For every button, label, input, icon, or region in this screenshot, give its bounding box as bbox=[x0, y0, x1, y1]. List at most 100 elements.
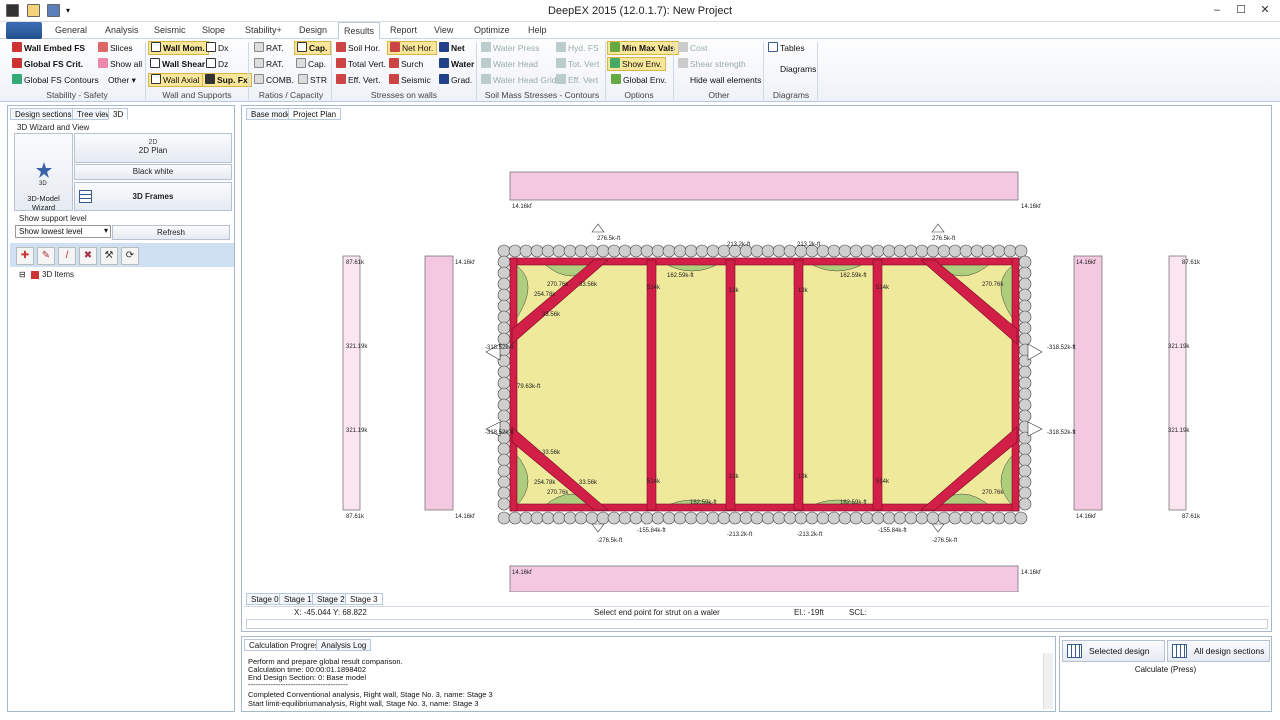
dx-button[interactable]: Dx bbox=[204, 42, 231, 56]
slices-button[interactable]: Slices bbox=[96, 42, 136, 56]
min-max-values-button[interactable]: Min Max Vals bbox=[607, 41, 679, 55]
plan-canvas[interactable]: 14.16kf 14.16kf 14.16kf 14.16kf 14.16kf … bbox=[242, 122, 1271, 592]
structural-button[interactable]: STR bbox=[296, 74, 330, 88]
tab-design-sections[interactable]: Design sections bbox=[10, 108, 77, 120]
maximize-button[interactable]: ☐ bbox=[1230, 3, 1252, 17]
tab-seismic[interactable]: Seismic bbox=[154, 25, 186, 35]
tab-help[interactable]: Help bbox=[528, 25, 547, 35]
cost-button[interactable]: Cost bbox=[676, 42, 710, 56]
total-vert-contour-button[interactable]: Tot. Vert bbox=[554, 58, 602, 72]
rotate-icon[interactable]: ⟳ bbox=[121, 247, 139, 265]
dz-button[interactable]: Dz bbox=[204, 58, 231, 72]
ratio-button-2[interactable]: RAT. bbox=[252, 58, 287, 72]
tab-analysis-log[interactable]: Analysis Log bbox=[316, 639, 372, 651]
far-left-strip bbox=[342, 255, 361, 511]
shear-strength-icon bbox=[678, 58, 688, 68]
wall-embed-fs-button[interactable]: Wall Embed FS bbox=[10, 42, 88, 56]
close-button[interactable]: ✕ bbox=[1254, 3, 1276, 17]
pile bbox=[739, 511, 753, 525]
delete-element-icon[interactable]: ✖ bbox=[79, 247, 97, 265]
tools-icon[interactable]: ⚒ bbox=[100, 247, 118, 265]
wall-moment-button[interactable]: Wall Mom. bbox=[148, 41, 209, 55]
refresh-button[interactable]: Refresh bbox=[112, 225, 230, 240]
surcharge-button[interactable]: Surch bbox=[387, 58, 426, 72]
combined-ratio-button[interactable]: COMB. bbox=[252, 74, 297, 88]
pile bbox=[761, 244, 775, 258]
tab-stage-1[interactable]: Stage 1 bbox=[279, 593, 317, 605]
hydraulic-fs-button[interactable]: Hyd. FS bbox=[554, 42, 602, 56]
tab-3d[interactable]: 3D bbox=[108, 108, 129, 120]
3d-frames-button[interactable]: 3D Frames bbox=[74, 182, 232, 211]
pile bbox=[596, 511, 610, 525]
tab-design[interactable]: Design bbox=[299, 25, 327, 35]
pile bbox=[1018, 376, 1032, 390]
tables-button[interactable]: Tables bbox=[766, 42, 808, 56]
net-horizontal-button[interactable]: Net Hor. bbox=[387, 41, 438, 55]
diagrams-button[interactable]: Diagrams bbox=[778, 63, 819, 77]
3d-model-wizard-button[interactable]: 3D 3D-Model Wizard bbox=[14, 133, 73, 212]
water-button[interactable]: Water bbox=[437, 58, 477, 72]
support-fx-button[interactable]: Sup. Fx bbox=[202, 73, 252, 87]
support-level-select[interactable]: Show lowest level ▾ bbox=[15, 225, 111, 238]
add-strut-icon[interactable]: ✚ bbox=[16, 247, 34, 265]
soil-horizontal-button[interactable]: Soil Hor. bbox=[334, 42, 383, 56]
global-fs-crit-button[interactable]: Global FS Crit. bbox=[10, 58, 86, 72]
wall-axial-button[interactable]: Wall Axial bbox=[148, 73, 204, 87]
wall-shear-button[interactable]: Wall Shear bbox=[148, 58, 208, 72]
horizontal-scrollbar[interactable] bbox=[246, 619, 1268, 629]
tab-analysis[interactable]: Analysis bbox=[105, 25, 139, 35]
net-button[interactable]: Net bbox=[437, 42, 468, 56]
effective-vertical-button[interactable]: Eff. Vert. bbox=[334, 74, 383, 88]
tab-results[interactable]: Results bbox=[338, 22, 381, 40]
water-pressure-button[interactable]: Water Press bbox=[479, 42, 542, 56]
file-menu-button[interactable] bbox=[6, 22, 42, 39]
edit-strut-icon[interactable]: ✎ bbox=[37, 247, 55, 265]
pile bbox=[904, 511, 918, 525]
other-dropdown[interactable]: Other ▾ bbox=[106, 74, 139, 88]
capacity-button-1[interactable]: Cap. bbox=[294, 41, 332, 55]
label-strut-1-bottom: 514k bbox=[647, 479, 661, 485]
capacity-button-2[interactable]: Cap. bbox=[294, 58, 329, 72]
pile bbox=[1018, 266, 1032, 280]
pile bbox=[992, 244, 1006, 258]
tab-report[interactable]: Report bbox=[390, 25, 417, 35]
global-envelope-button[interactable]: Global Env. bbox=[609, 74, 669, 88]
global-fs-contours-button[interactable]: Global FS Contours bbox=[10, 74, 102, 88]
tree-expand-icon[interactable]: ⊟ bbox=[19, 270, 26, 279]
tab-stability-plus[interactable]: Stability+ bbox=[245, 25, 282, 35]
minimize-button[interactable]: – bbox=[1206, 3, 1228, 17]
log-scrollbar[interactable] bbox=[1043, 653, 1053, 709]
tab-project-plan[interactable]: Project Plan bbox=[288, 108, 342, 120]
tab-general[interactable]: General bbox=[55, 25, 87, 35]
water-head-grid-button[interactable]: Water Head Grid bbox=[479, 74, 559, 88]
pencil-icon[interactable]: / bbox=[58, 247, 76, 265]
pile bbox=[497, 321, 511, 335]
show-all-button[interactable]: Show all bbox=[96, 58, 145, 72]
tab-stage-3[interactable]: Stage 3 bbox=[345, 593, 383, 605]
eff-vert-contour-button[interactable]: Eff. Vert bbox=[554, 74, 601, 88]
show-envelope-button[interactable]: Show Env. bbox=[607, 57, 667, 71]
seismic-button[interactable]: Seismic bbox=[387, 74, 434, 88]
pile bbox=[1018, 398, 1032, 412]
black-white-button[interactable]: Black white bbox=[74, 164, 232, 180]
status-bar: X: -45.044 Y: 68.822 Select end point fo… bbox=[244, 606, 1269, 618]
pile bbox=[497, 398, 511, 412]
hide-wall-elements-button[interactable]: Hide wall elements bbox=[688, 74, 764, 88]
gradient-button[interactable]: Grad. bbox=[437, 74, 475, 88]
all-design-sections-button[interactable]: All design sections bbox=[1167, 640, 1270, 662]
shear-strength-button[interactable]: Shear strength bbox=[676, 58, 749, 72]
pile bbox=[948, 244, 962, 258]
tree-root-3d-items[interactable]: 3D Items bbox=[42, 270, 74, 279]
pile bbox=[497, 376, 511, 390]
water-head-button[interactable]: Water Head bbox=[479, 58, 541, 72]
2d-plan-button[interactable]: 2D 2D Plan bbox=[74, 133, 232, 163]
tab-slope[interactable]: Slope bbox=[202, 25, 225, 35]
tab-view[interactable]: View bbox=[434, 25, 453, 35]
pile bbox=[629, 511, 643, 525]
tab-stage-2[interactable]: Stage 2 bbox=[312, 593, 350, 605]
tab-stage-0[interactable]: Stage 0 bbox=[246, 593, 284, 605]
selected-design-button[interactable]: Selected design bbox=[1062, 640, 1165, 662]
ratio-button-1[interactable]: RAT. bbox=[252, 42, 287, 56]
total-vertical-button[interactable]: Total Vert. bbox=[334, 58, 389, 72]
tab-optimize[interactable]: Optimize bbox=[474, 25, 510, 35]
